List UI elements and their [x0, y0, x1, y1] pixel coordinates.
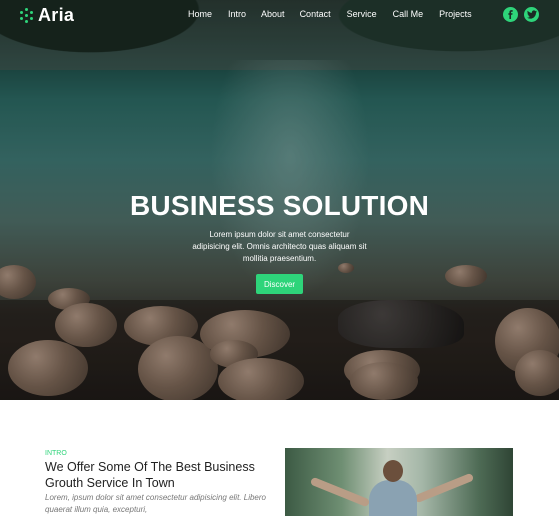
- hero-description: Lorem ipsum dolor sit amet consectetur a…: [192, 230, 367, 263]
- discover-button[interactable]: Discover: [256, 274, 303, 294]
- person-arm: [309, 476, 371, 508]
- logo-hexagon-icon: [19, 8, 34, 23]
- facebook-icon[interactable]: [503, 7, 518, 22]
- logo-text: Aria: [38, 5, 75, 25]
- person-body: [369, 480, 417, 516]
- social-links: [503, 7, 539, 22]
- intro-title: We Offer Some Of The Best Business Grout…: [45, 460, 255, 490]
- intro-text: Lorem, ipsum dolor sit amet consectetur …: [45, 493, 266, 514]
- nav-link-home[interactable]: Home: [188, 9, 212, 19]
- hero-title: BUSINESS SOLUTION: [130, 190, 429, 221]
- logo[interactable]: Aria: [19, 5, 74, 26]
- main-menu: Home Intro About Contact Service Call Me…: [188, 9, 472, 19]
- person-arm: [413, 472, 475, 504]
- twitter-icon[interactable]: [524, 7, 539, 22]
- nav-link-projects[interactable]: Projects: [439, 9, 472, 19]
- nav-link-about[interactable]: About: [261, 9, 285, 19]
- top-navigation: Aria Home Intro About Contact Service Ca…: [0, 0, 559, 30]
- nav-link-intro[interactable]: Intro: [228, 9, 246, 19]
- nav-link-contact[interactable]: Contact: [300, 9, 331, 19]
- intro-label: INTRO: [45, 450, 67, 457]
- intro-photo: [285, 448, 513, 516]
- nav-link-call-me[interactable]: Call Me: [393, 9, 424, 19]
- nav-link-service[interactable]: Service: [347, 9, 377, 19]
- person-head: [383, 460, 403, 482]
